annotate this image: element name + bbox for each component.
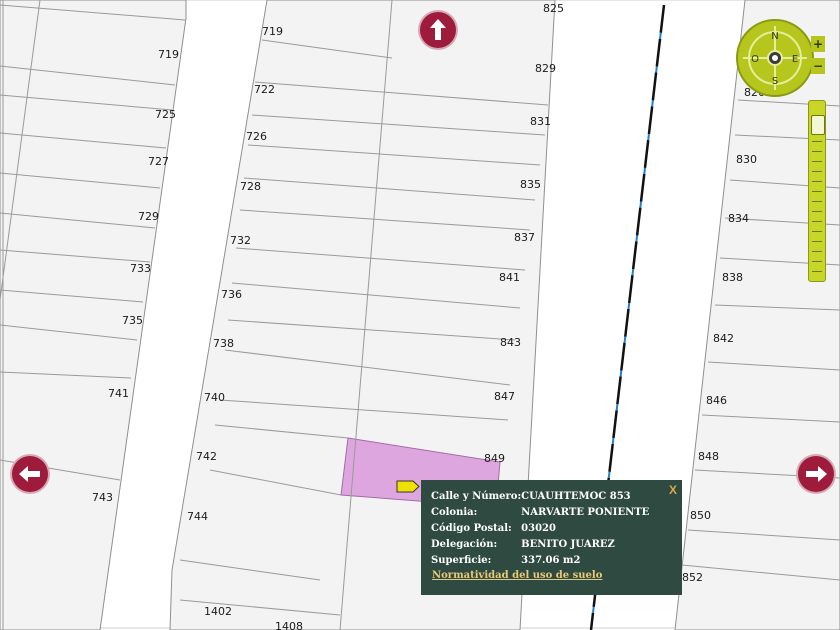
- lot-number: 1402: [204, 605, 232, 618]
- lot-number: 741: [108, 387, 129, 400]
- lot-number: 735: [122, 314, 143, 327]
- land-use-regulations-link[interactable]: Normatividad del uso de suelo: [432, 570, 602, 581]
- lot-number: 725: [155, 108, 176, 121]
- field-label: Colonia:: [431, 507, 478, 518]
- lot-number: 831: [530, 115, 551, 128]
- lot-number: 847: [494, 390, 515, 403]
- lot-number: 1408: [275, 620, 303, 630]
- zoom-in-button[interactable]: +: [811, 36, 825, 52]
- lot-number: 736: [221, 288, 242, 301]
- field-value: NARVARTE PONIENTE: [521, 507, 650, 518]
- location-marker-icon[interactable]: [396, 480, 420, 493]
- field-label: Calle y Número:: [431, 491, 522, 502]
- lot-number: 728: [240, 180, 261, 193]
- close-popup-button[interactable]: X: [669, 483, 677, 497]
- lot-info-table: Calle y Número: CUAUHTEMOC 853 Colonia: …: [431, 490, 649, 570]
- lot-number: 727: [148, 155, 169, 168]
- pan-right-button[interactable]: [798, 456, 834, 492]
- cadastral-map[interactable]: 719 719 725 727 729 733 735 741 743 722 …: [0, 0, 840, 630]
- lot-number: 842: [713, 332, 734, 345]
- field-value: BENITO JUAREZ: [521, 539, 615, 550]
- lot-number: 848: [698, 450, 719, 463]
- lot-number: 719: [158, 48, 179, 61]
- lot-number: 732: [230, 234, 251, 247]
- field-value: 03020: [521, 523, 556, 534]
- field-value: 337.06 m2: [521, 555, 581, 566]
- pan-up-button[interactable]: [420, 12, 456, 48]
- compass-west-label: O: [751, 54, 759, 65]
- lot-info-popup: X Calle y Número: CUAUHTEMOC 853 Colonia…: [421, 480, 682, 595]
- lot-number: 830: [736, 153, 757, 166]
- lot-number: 825: [543, 2, 564, 15]
- arrow-right-icon: [806, 466, 827, 482]
- compass-south-label: S: [772, 76, 778, 87]
- lot-number: 743: [92, 491, 113, 504]
- lot-info-row: Superficie: 337.06 m2: [431, 554, 649, 570]
- lot-number: 849: [484, 452, 505, 465]
- zoom-slider[interactable]: [808, 100, 826, 282]
- lot-info-row: Código Postal: 03020: [431, 522, 649, 538]
- lot-number: 850: [690, 509, 711, 522]
- field-label: Superficie:: [431, 555, 492, 566]
- arrow-left-icon: [19, 466, 40, 482]
- lot-number: 726: [246, 130, 267, 143]
- compass-east-label: E: [792, 54, 798, 65]
- pan-left-button[interactable]: [12, 456, 48, 492]
- lot-number: 852: [682, 571, 703, 584]
- lot-number: 846: [706, 394, 727, 407]
- lot-info-row: Colonia: NARVARTE PONIENTE: [431, 506, 649, 522]
- lot-number: 838: [722, 271, 743, 284]
- lot-number: 733: [130, 262, 151, 275]
- lot-number: 829: [535, 62, 556, 75]
- lot-number: 843: [500, 336, 521, 349]
- lot-number: 841: [499, 271, 520, 284]
- lot-number: 729: [138, 210, 159, 223]
- lot-number: 834: [728, 212, 749, 225]
- lot-number: 742: [196, 450, 217, 463]
- lot-number: 744: [187, 510, 208, 523]
- lot-number: 740: [204, 391, 225, 404]
- field-label: Delegación:: [431, 539, 498, 550]
- lot-info-row: Delegación: BENITO JUAREZ: [431, 538, 649, 554]
- zoom-out-button[interactable]: −: [811, 58, 825, 74]
- field-label: Código Postal:: [431, 523, 512, 534]
- lot-number: 738: [213, 337, 234, 350]
- field-value: CUAUHTEMOC 853: [521, 491, 631, 502]
- lot-number: 719: [262, 25, 283, 38]
- lot-info-row: Calle y Número: CUAUHTEMOC 853: [431, 490, 649, 506]
- arrow-up-icon: [430, 19, 446, 40]
- lot-number: 835: [520, 178, 541, 191]
- lot-number: 722: [254, 83, 275, 96]
- lot-number: 837: [514, 231, 535, 244]
- compass-north-label: N: [771, 31, 778, 42]
- zoom-slider-handle[interactable]: [811, 115, 825, 136]
